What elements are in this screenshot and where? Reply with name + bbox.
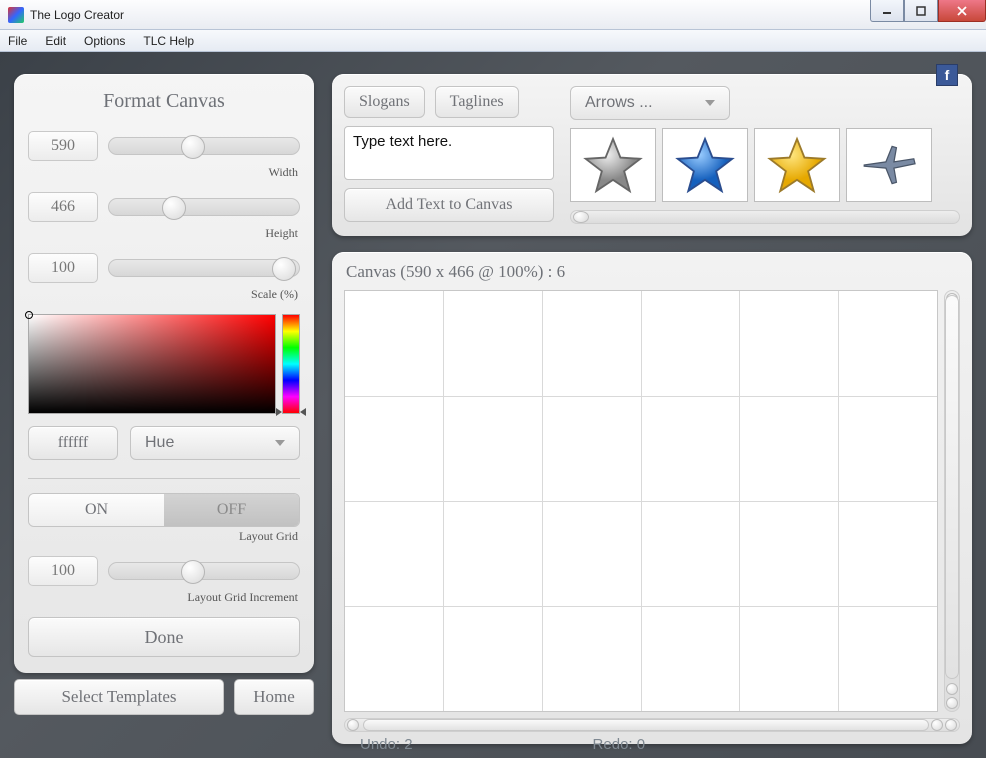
grid-on[interactable]: ON [29, 494, 164, 526]
status-bar: Undo: 2 Redo: 0 [360, 736, 966, 754]
menu-bar: File Edit Options TLC Help [0, 30, 986, 52]
slogans-button[interactable]: Slogans [344, 86, 425, 118]
height-value[interactable]: 466 [28, 192, 98, 222]
redo-status: Redo: 0 [593, 736, 646, 754]
asset-star-blue[interactable] [662, 128, 748, 202]
chevron-down-icon [275, 440, 285, 446]
app-icon [8, 7, 24, 23]
width-label: Width [28, 165, 298, 180]
scale-slider[interactable] [108, 259, 300, 277]
color-mode-label: Hue [145, 434, 174, 452]
sv-picker[interactable] [28, 314, 276, 414]
format-canvas-panel: Format Canvas 590 Width 466 Height 100 S… [14, 74, 314, 673]
hue-bar[interactable] [282, 314, 300, 414]
window-maximize-button[interactable] [904, 0, 938, 22]
assets-category-dropdown[interactable]: Arrows ... [570, 86, 730, 120]
asset-plane[interactable] [846, 128, 932, 202]
add-text-button[interactable]: Add Text to Canvas [344, 188, 554, 222]
grid-label: Layout Grid [28, 529, 298, 544]
facebook-icon[interactable]: f [936, 64, 958, 86]
window-titlebar: The Logo Creator [0, 0, 986, 30]
scale-value[interactable]: 100 [28, 253, 98, 283]
grid-increment-label: Layout Grid Increment [28, 590, 298, 605]
panel-title: Format Canvas [28, 90, 300, 113]
width-value[interactable]: 590 [28, 131, 98, 161]
scale-label: Scale (%) [28, 287, 298, 302]
grid-increment-slider[interactable] [108, 562, 300, 580]
assets-category-label: Arrows ... [585, 94, 653, 112]
hex-input[interactable]: ffffff [28, 426, 118, 460]
window-minimize-button[interactable] [870, 0, 904, 22]
canvas-title: Canvas (590 x 466 @ 100%) : 6 [346, 262, 960, 282]
color-mode-dropdown[interactable]: Hue [130, 426, 300, 460]
grid-increment-value[interactable]: 100 [28, 556, 98, 586]
menu-options[interactable]: Options [84, 34, 125, 48]
window-title: The Logo Creator [30, 8, 124, 22]
text-input[interactable]: Type text here. [344, 126, 554, 180]
asset-scrollbar[interactable] [570, 210, 960, 224]
done-button[interactable]: Done [28, 617, 300, 657]
grid-toggle[interactable]: ON OFF [28, 493, 300, 527]
home-button[interactable]: Home [234, 679, 314, 715]
taglines-button[interactable]: Taglines [435, 86, 519, 118]
canvas[interactable] [344, 290, 938, 712]
menu-file[interactable]: File [8, 34, 27, 48]
asset-star-yellow[interactable] [754, 128, 840, 202]
window-close-button[interactable] [938, 0, 986, 22]
canvas-panel: Canvas (590 x 466 @ 100%) : 6 [332, 252, 972, 744]
text-assets-panel: Slogans Taglines Type text here. Add Tex… [332, 74, 972, 236]
asset-strip [570, 128, 960, 202]
select-templates-button[interactable]: Select Templates [14, 679, 224, 715]
menu-help[interactable]: TLC Help [143, 34, 194, 48]
grid-off[interactable]: OFF [164, 494, 299, 526]
canvas-horizontal-scrollbar[interactable] [344, 718, 960, 732]
width-slider[interactable] [108, 137, 300, 155]
undo-status: Undo: 2 [360, 736, 413, 754]
menu-edit[interactable]: Edit [45, 34, 66, 48]
color-picker [28, 314, 300, 414]
height-slider[interactable] [108, 198, 300, 216]
height-label: Height [28, 226, 298, 241]
asset-star-grey[interactable] [570, 128, 656, 202]
canvas-vertical-scrollbar[interactable] [944, 290, 960, 712]
chevron-down-icon [705, 100, 715, 106]
